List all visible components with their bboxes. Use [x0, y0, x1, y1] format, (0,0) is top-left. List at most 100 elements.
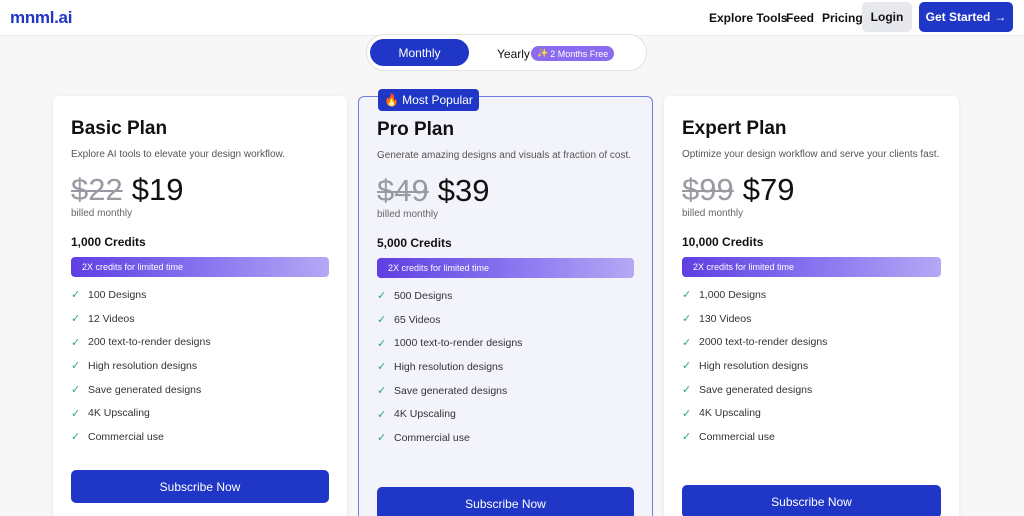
check-icon: ✓ [71, 289, 81, 302]
arrow-right-icon: → [994, 10, 1007, 24]
credits-amount: 5,000 Credits [377, 236, 452, 250]
plan-description: Generate amazing designs and visuals at … [377, 150, 632, 161]
old-price: $22 [71, 172, 123, 207]
feature-label: Save generated designs [88, 383, 202, 396]
list-item: ✓ 4K Upscaling [682, 401, 941, 425]
check-icon: ✓ [377, 290, 387, 303]
list-item: ✓ Save generated designs [71, 378, 329, 402]
list-item: ✓ 130 Videos [682, 307, 941, 331]
plan-card-pro: Pro Plan Generate amazing designs and vi… [358, 96, 653, 516]
monthly-toggle-option[interactable]: Monthly [370, 39, 469, 66]
feature-label: Save generated designs [699, 383, 813, 396]
most-popular-label: Most Popular [402, 93, 473, 107]
list-item: ✓ 4K Upscaling [71, 401, 329, 425]
feature-list: ✓ 100 Designs ✓ 12 Videos ✓ 200 text-to-ren… [71, 283, 329, 449]
plan-title: Expert Plan [682, 118, 787, 139]
plan-description: Optimize your design workflow and serve … [682, 149, 940, 160]
credits-amount: 1,000 Credits [71, 235, 146, 249]
feature-label: 4K Upscaling [88, 407, 150, 420]
feature-label: 130 Videos [699, 312, 752, 325]
credits-promo-banner: 2X credits for limited time [71, 257, 329, 277]
check-icon: ✓ [377, 432, 387, 445]
logo[interactable]: mnml.ai [10, 8, 72, 28]
most-popular-badge: 🔥 Most Popular [378, 89, 479, 111]
check-icon: ✓ [377, 385, 387, 398]
credits-amount: 10,000 Credits [682, 235, 764, 249]
nav-pricing[interactable]: Pricing [822, 11, 863, 25]
check-icon: ✓ [377, 337, 387, 350]
check-icon: ✓ [682, 313, 692, 326]
check-icon: ✓ [377, 361, 387, 374]
subscribe-button-expert[interactable]: Subscribe Now [682, 485, 941, 516]
list-item: ✓ 100 Designs [71, 283, 329, 307]
nav-explore-tools[interactable]: Explore Tools [709, 11, 787, 25]
check-icon: ✓ [71, 407, 81, 420]
list-item: ✓ 1,000 Designs [682, 283, 941, 307]
current-price: $39 [437, 173, 490, 208]
feature-label: 4K Upscaling [394, 408, 456, 421]
plan-card-basic: Basic Plan Explore AI tools to elevate y… [53, 96, 347, 516]
feature-label: 200 text-to-render designs [88, 336, 211, 349]
list-item: ✓ 65 Videos [377, 308, 634, 332]
check-icon: ✓ [71, 336, 81, 349]
price-row: $99 $79 [682, 172, 941, 208]
check-icon: ✓ [71, 431, 81, 444]
get-started-button[interactable]: Get Started → [919, 2, 1013, 32]
feature-label: 100 Designs [88, 288, 147, 301]
plan-title: Pro Plan [377, 119, 455, 140]
subscribe-button-pro[interactable]: Subscribe Now [377, 487, 634, 516]
login-button[interactable]: Login [862, 2, 912, 32]
two-months-free-badge: ✨ 2 Months Free [531, 46, 615, 61]
list-item: ✓ Save generated designs [377, 379, 634, 403]
feature-label: 4K Upscaling [699, 407, 761, 420]
check-icon: ✓ [682, 336, 692, 349]
list-item: ✓ High resolution designs [682, 354, 941, 378]
check-icon: ✓ [682, 384, 692, 397]
plan-description: Explore AI tools to elevate your design … [71, 149, 286, 160]
check-icon: ✓ [682, 360, 692, 373]
get-started-label: Get Started [925, 10, 991, 24]
feature-label: High resolution designs [394, 360, 504, 373]
feature-label: 2000 text-to-render designs [699, 336, 828, 349]
list-item: ✓ 4K Upscaling [377, 402, 634, 426]
sparkle-icon: ✨ [537, 48, 549, 58]
credits-promo-banner: 2X credits for limited time [682, 257, 941, 277]
list-item: ✓ 1000 text-to-render designs [377, 331, 634, 355]
subscribe-button-basic[interactable]: Subscribe Now [71, 470, 329, 503]
feature-label: 12 Videos [88, 312, 135, 325]
old-price: $99 [682, 172, 734, 207]
feature-list: ✓ 500 Designs ✓ 65 Videos ✓ 1000 text-to-re… [377, 284, 634, 450]
feature-label: Save generated designs [394, 384, 508, 397]
feature-label: Commercial use [699, 430, 775, 443]
list-item: ✓ 500 Designs [377, 284, 634, 308]
billing-period: billed monthly [71, 208, 133, 219]
badge-label: 2 Months Free [550, 48, 609, 59]
feature-label: High resolution designs [88, 359, 198, 372]
yearly-toggle-option[interactable]: Yearly [497, 47, 530, 61]
plan-card-expert: Expert Plan Optimize your design workflo… [664, 96, 959, 516]
top-header: mnml.ai Explore Tools Feed Pricing Login… [0, 0, 1024, 36]
billing-period: billed monthly [377, 209, 439, 220]
check-icon: ✓ [71, 360, 81, 373]
old-price: $49 [377, 173, 429, 208]
current-price: $19 [131, 172, 184, 207]
feature-label: 500 Designs [394, 289, 453, 302]
check-icon: ✓ [71, 313, 81, 326]
nav-feed[interactable]: Feed [786, 11, 814, 25]
list-item: ✓ 200 text-to-render designs [71, 330, 329, 354]
check-icon: ✓ [71, 384, 81, 397]
fire-icon: 🔥 [384, 93, 400, 107]
feature-list: ✓ 1,000 Designs ✓ 130 Videos ✓ 2000 text-to… [682, 283, 941, 449]
billing-toggle: Monthly Yearly ✨ 2 Months Free [366, 34, 647, 71]
feature-label: High resolution designs [699, 359, 809, 372]
price-row: $22 $19 [71, 172, 329, 208]
list-item: ✓ 2000 text-to-render designs [682, 330, 941, 354]
feature-label: Commercial use [88, 430, 164, 443]
list-item: ✓ Commercial use [682, 425, 941, 449]
list-item: ✓ High resolution designs [377, 355, 634, 379]
check-icon: ✓ [682, 407, 692, 420]
list-item: ✓ 12 Videos [71, 307, 329, 331]
feature-label: 1000 text-to-render designs [394, 337, 523, 350]
check-icon: ✓ [377, 408, 387, 421]
feature-label: Commercial use [394, 431, 470, 444]
